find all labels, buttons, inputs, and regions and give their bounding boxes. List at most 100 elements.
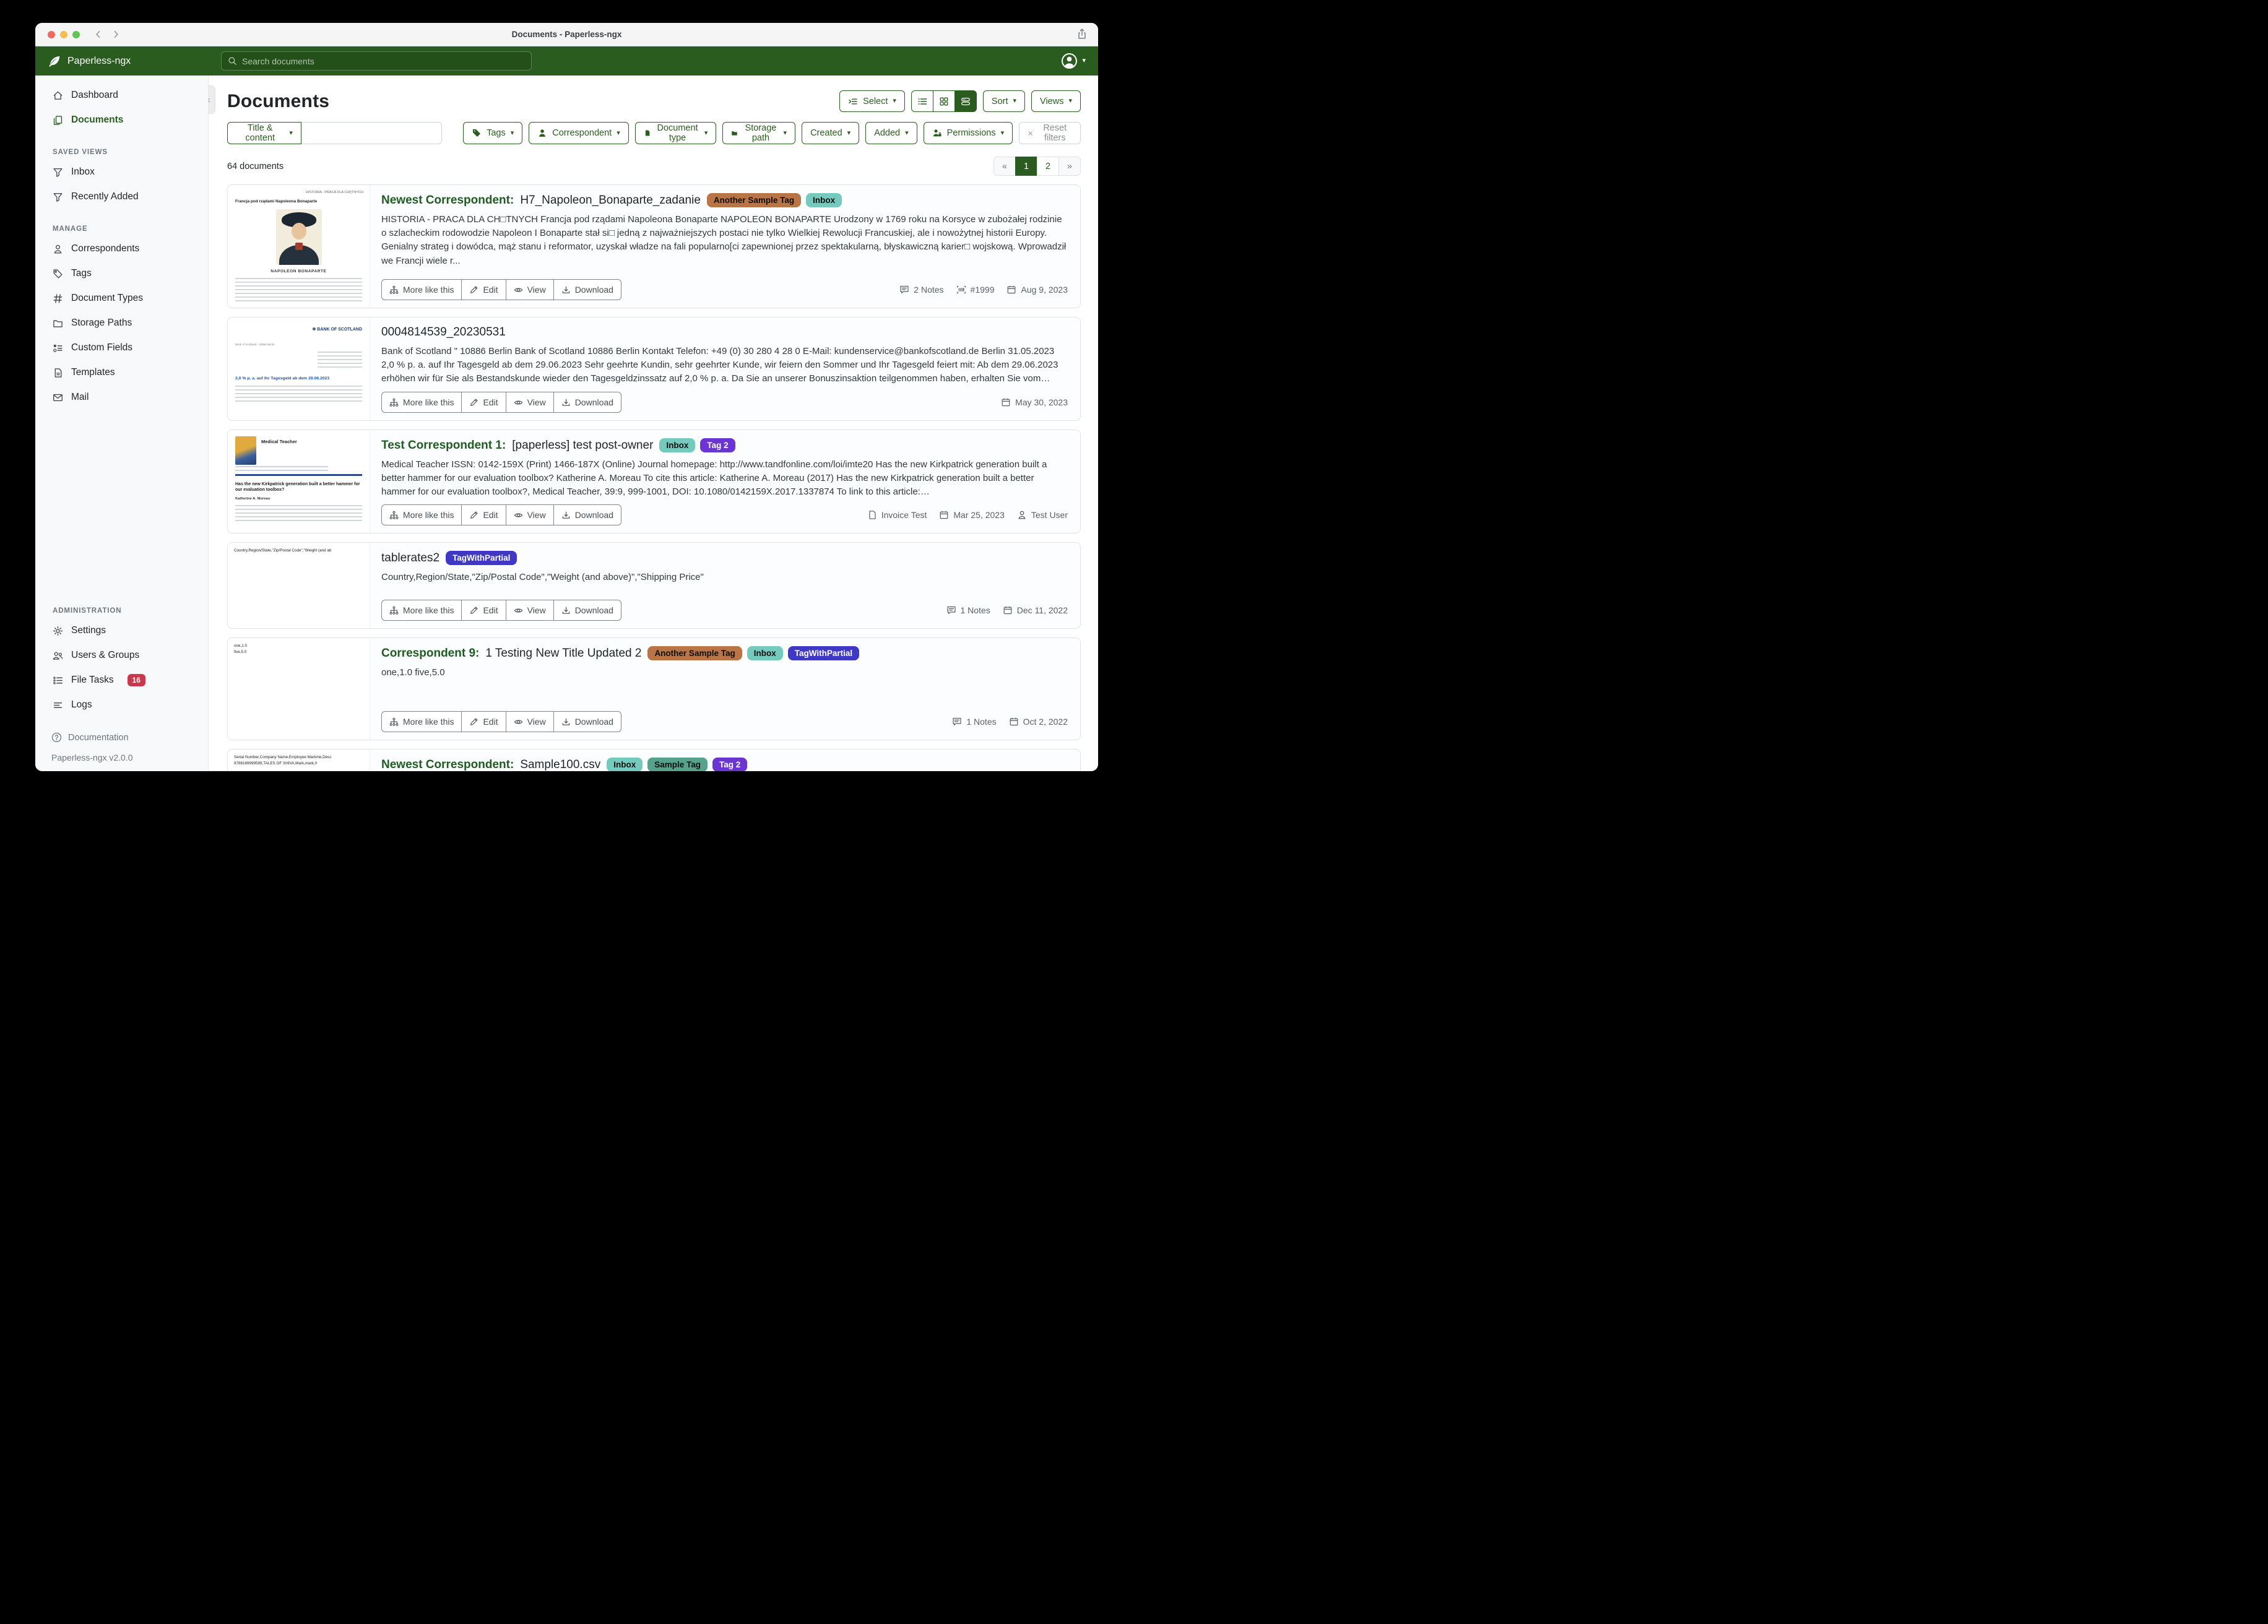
sidebar-item-documents[interactable]: Documents bbox=[35, 108, 208, 132]
sidebar-item-templates[interactable]: Templates bbox=[35, 360, 208, 385]
edit-button[interactable]: Edit bbox=[461, 711, 506, 732]
tag-another-sample-tag[interactable]: Another Sample Tag bbox=[647, 646, 742, 660]
download-button[interactable]: Download bbox=[553, 392, 621, 413]
more-like-this-button[interactable]: More like this bbox=[381, 504, 462, 525]
sidebar-item-tags[interactable]: Tags bbox=[35, 261, 208, 286]
minimize-button[interactable] bbox=[60, 31, 67, 38]
edit-button[interactable]: Edit bbox=[461, 600, 506, 621]
doc-correspondent[interactable]: Newest Correspondent: bbox=[381, 758, 514, 772]
doc-thumbnail[interactable]: HISTORIA - PRACA DLA CHĘTNYCHFrancja pod… bbox=[228, 185, 370, 308]
detail-view-button[interactable] bbox=[954, 90, 977, 112]
filter-storage-path-button[interactable]: Storage path▾ bbox=[722, 122, 795, 144]
app-logo[interactable]: Paperless-ngx bbox=[48, 54, 131, 68]
sidebar-item-document-types[interactable]: Document Types bbox=[35, 286, 208, 311]
sidebar-item-dashboard[interactable]: Dashboard bbox=[35, 83, 208, 108]
documentation-link[interactable]: Documentation bbox=[35, 728, 208, 746]
edit-button[interactable]: Edit bbox=[461, 504, 506, 525]
edit-button[interactable]: Edit bbox=[461, 392, 506, 413]
search-input[interactable] bbox=[242, 56, 525, 66]
download-button[interactable]: Download bbox=[553, 711, 621, 732]
view-button[interactable]: View bbox=[506, 711, 554, 732]
doc-thumbnail[interactable]: ✻ BANK OF SCOTLANDBank of Scotland · 108… bbox=[228, 317, 370, 420]
doc-thumbnail[interactable]: one,1.0 five,5.0 bbox=[228, 638, 370, 740]
doc-title[interactable]: H7_Napoleon_Bonaparte_zadanie bbox=[520, 194, 701, 207]
download-button[interactable]: Download bbox=[553, 600, 621, 621]
more-like-this-button[interactable]: More like this bbox=[381, 279, 462, 300]
doc-title[interactable]: 1 Testing New Title Updated 2 bbox=[485, 647, 641, 660]
title-content-filter-button[interactable]: Title & content▾ bbox=[227, 122, 301, 144]
filter-permissions-button[interactable]: Permissions▾ bbox=[924, 122, 1013, 144]
tag-tag-2[interactable]: Tag 2 bbox=[712, 758, 747, 771]
page-next-button[interactable]: » bbox=[1058, 157, 1081, 176]
sidebar-collapse-button[interactable]: « bbox=[209, 85, 215, 114]
more-like-this-button[interactable]: More like this bbox=[381, 711, 462, 732]
edit-button[interactable]: Edit bbox=[461, 279, 506, 300]
title-content-filter-input[interactable] bbox=[301, 122, 442, 144]
doc-title[interactable]: 0004814539_20230531 bbox=[381, 326, 506, 339]
doc-thumbnail[interactable]: Medical TeacherHas the new Kirkpatrick g… bbox=[228, 430, 370, 533]
back-icon[interactable] bbox=[93, 30, 103, 39]
document-card[interactable]: Country,Region/State,"Zip/Postal Code","… bbox=[227, 542, 1081, 629]
zoom-button[interactable] bbox=[72, 31, 80, 38]
tag-inbox[interactable]: Inbox bbox=[747, 646, 783, 660]
doc-title[interactable]: Sample100.csv bbox=[520, 758, 600, 772]
document-card[interactable]: Medical TeacherHas the new Kirkpatrick g… bbox=[227, 430, 1081, 533]
sidebar-item-file-tasks[interactable]: File Tasks16 bbox=[35, 668, 208, 693]
view-button[interactable]: View bbox=[506, 279, 554, 300]
doc-correspondent[interactable]: Test Correspondent 1: bbox=[381, 439, 506, 452]
document-card[interactable]: Serial Number,Company Name,Employee Mark… bbox=[227, 749, 1081, 771]
view-button[interactable]: View bbox=[506, 392, 554, 413]
download-button[interactable]: Download bbox=[553, 504, 621, 525]
sidebar-item-custom-fields[interactable]: Custom Fields bbox=[35, 335, 208, 360]
doc-title[interactable]: [paperless] test post-owner bbox=[512, 439, 653, 452]
tag-inbox[interactable]: Inbox bbox=[659, 438, 695, 452]
views-button[interactable]: Views▾ bbox=[1031, 90, 1081, 112]
document-card[interactable]: one,1.0 five,5.0 Correspondent 9: 1 Test… bbox=[227, 637, 1081, 740]
doc-correspondent[interactable]: Newest Correspondent: bbox=[381, 194, 514, 207]
sidebar-item-recently-added[interactable]: Recently Added bbox=[35, 184, 208, 209]
doc-thumbnail[interactable]: Country,Region/State,"Zip/Postal Code","… bbox=[228, 543, 370, 628]
reset-filters-button[interactable]: Reset filters bbox=[1019, 122, 1081, 144]
forward-icon[interactable] bbox=[111, 30, 121, 39]
tag-another-sample-tag[interactable]: Another Sample Tag bbox=[707, 193, 801, 207]
list-view-button[interactable] bbox=[911, 90, 933, 112]
tag-tagwithpartial[interactable]: TagWithPartial bbox=[446, 551, 517, 565]
sidebar-item-storage-paths[interactable]: Storage Paths bbox=[35, 311, 208, 335]
filter-added-button[interactable]: Added▾ bbox=[865, 122, 917, 144]
tag-inbox[interactable]: Inbox bbox=[607, 758, 643, 771]
view-button[interactable]: View bbox=[506, 504, 554, 525]
doc-correspondent[interactable]: Correspondent 9: bbox=[381, 647, 479, 660]
view-button[interactable]: View bbox=[506, 600, 554, 621]
doc-thumbnail[interactable]: Serial Number,Company Name,Employee Mark… bbox=[228, 749, 370, 771]
sidebar-item-mail[interactable]: Mail bbox=[35, 385, 208, 410]
more-like-this-button[interactable]: More like this bbox=[381, 392, 462, 413]
doc-title[interactable]: tablerates2 bbox=[381, 551, 439, 565]
document-card[interactable]: ✻ BANK OF SCOTLANDBank of Scotland · 108… bbox=[227, 317, 1081, 421]
search-box[interactable] bbox=[221, 51, 532, 71]
sidebar-item-inbox[interactable]: Inbox bbox=[35, 160, 208, 184]
sidebar-item-correspondents[interactable]: Correspondents bbox=[35, 236, 208, 261]
tag-tagwithpartial[interactable]: TagWithPartial bbox=[788, 646, 859, 660]
page-1-button[interactable]: 1 bbox=[1015, 157, 1037, 176]
download-button[interactable]: Download bbox=[553, 279, 621, 300]
user-menu[interactable]: ▾ bbox=[1061, 53, 1086, 69]
filter-tags-button[interactable]: Tags▾ bbox=[463, 122, 522, 144]
page-2-button[interactable]: 2 bbox=[1037, 157, 1059, 176]
close-button[interactable] bbox=[48, 31, 55, 38]
grid-view-button[interactable] bbox=[933, 90, 955, 112]
page-prev-button[interactable]: « bbox=[993, 157, 1016, 176]
filter-correspondent-button[interactable]: Correspondent▾ bbox=[529, 122, 628, 144]
sort-button[interactable]: Sort▾ bbox=[983, 90, 1025, 112]
tag-tag-2[interactable]: Tag 2 bbox=[700, 438, 735, 452]
sidebar-item-logs[interactable]: Logs bbox=[35, 693, 208, 717]
sidebar-item-users-groups[interactable]: Users & Groups bbox=[35, 643, 208, 668]
more-like-this-button[interactable]: More like this bbox=[381, 600, 462, 621]
tag-inbox[interactable]: Inbox bbox=[806, 193, 842, 207]
tag-sample-tag[interactable]: Sample Tag bbox=[647, 758, 708, 771]
document-card[interactable]: HISTORIA - PRACA DLA CHĘTNYCHFrancja pod… bbox=[227, 184, 1081, 308]
share-icon[interactable] bbox=[1076, 28, 1088, 40]
select-button[interactable]: Select▾ bbox=[839, 90, 905, 112]
filter-document-type-button[interactable]: Document type▾ bbox=[635, 122, 717, 144]
sidebar-item-settings[interactable]: Settings bbox=[35, 618, 208, 643]
filter-created-button[interactable]: Created▾ bbox=[802, 122, 859, 144]
